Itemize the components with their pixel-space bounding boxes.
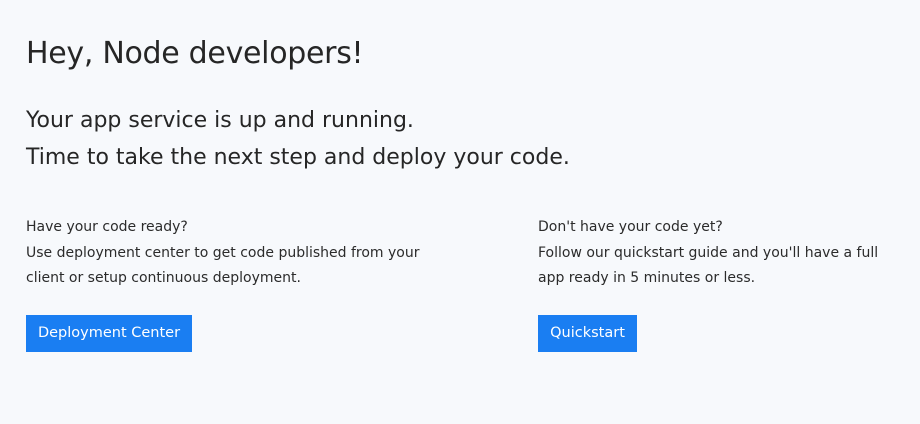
no-code-description-line-1: Follow our quickstart guide and you'll h… <box>538 244 879 261</box>
have-code-question: Have your code ready? <box>26 219 188 235</box>
have-code-description-line-1: Use deployment center to get code publis… <box>26 244 420 261</box>
deployment-center-button[interactable]: Deployment Center <box>26 315 192 352</box>
no-code-description-line-2: app ready in 5 minutes or less. <box>538 270 756 286</box>
status-message: Your app service is up and running. <box>26 108 414 133</box>
have-code-description-line-2: client or setup continuous deployment. <box>26 270 301 286</box>
quickstart-button[interactable]: Quickstart <box>538 315 637 352</box>
no-code-question: Don't have your code yet? <box>538 219 723 235</box>
have-code-section: Have your code ready? Use deployment cen… <box>26 215 426 352</box>
page-title: Hey, Node developers! <box>26 36 364 71</box>
no-code-section: Don't have your code yet? Follow our qui… <box>538 215 906 352</box>
welcome-page: Hey, Node developers! Your app service i… <box>26 0 906 424</box>
next-step-message: Time to take the next step and deploy yo… <box>26 145 570 170</box>
